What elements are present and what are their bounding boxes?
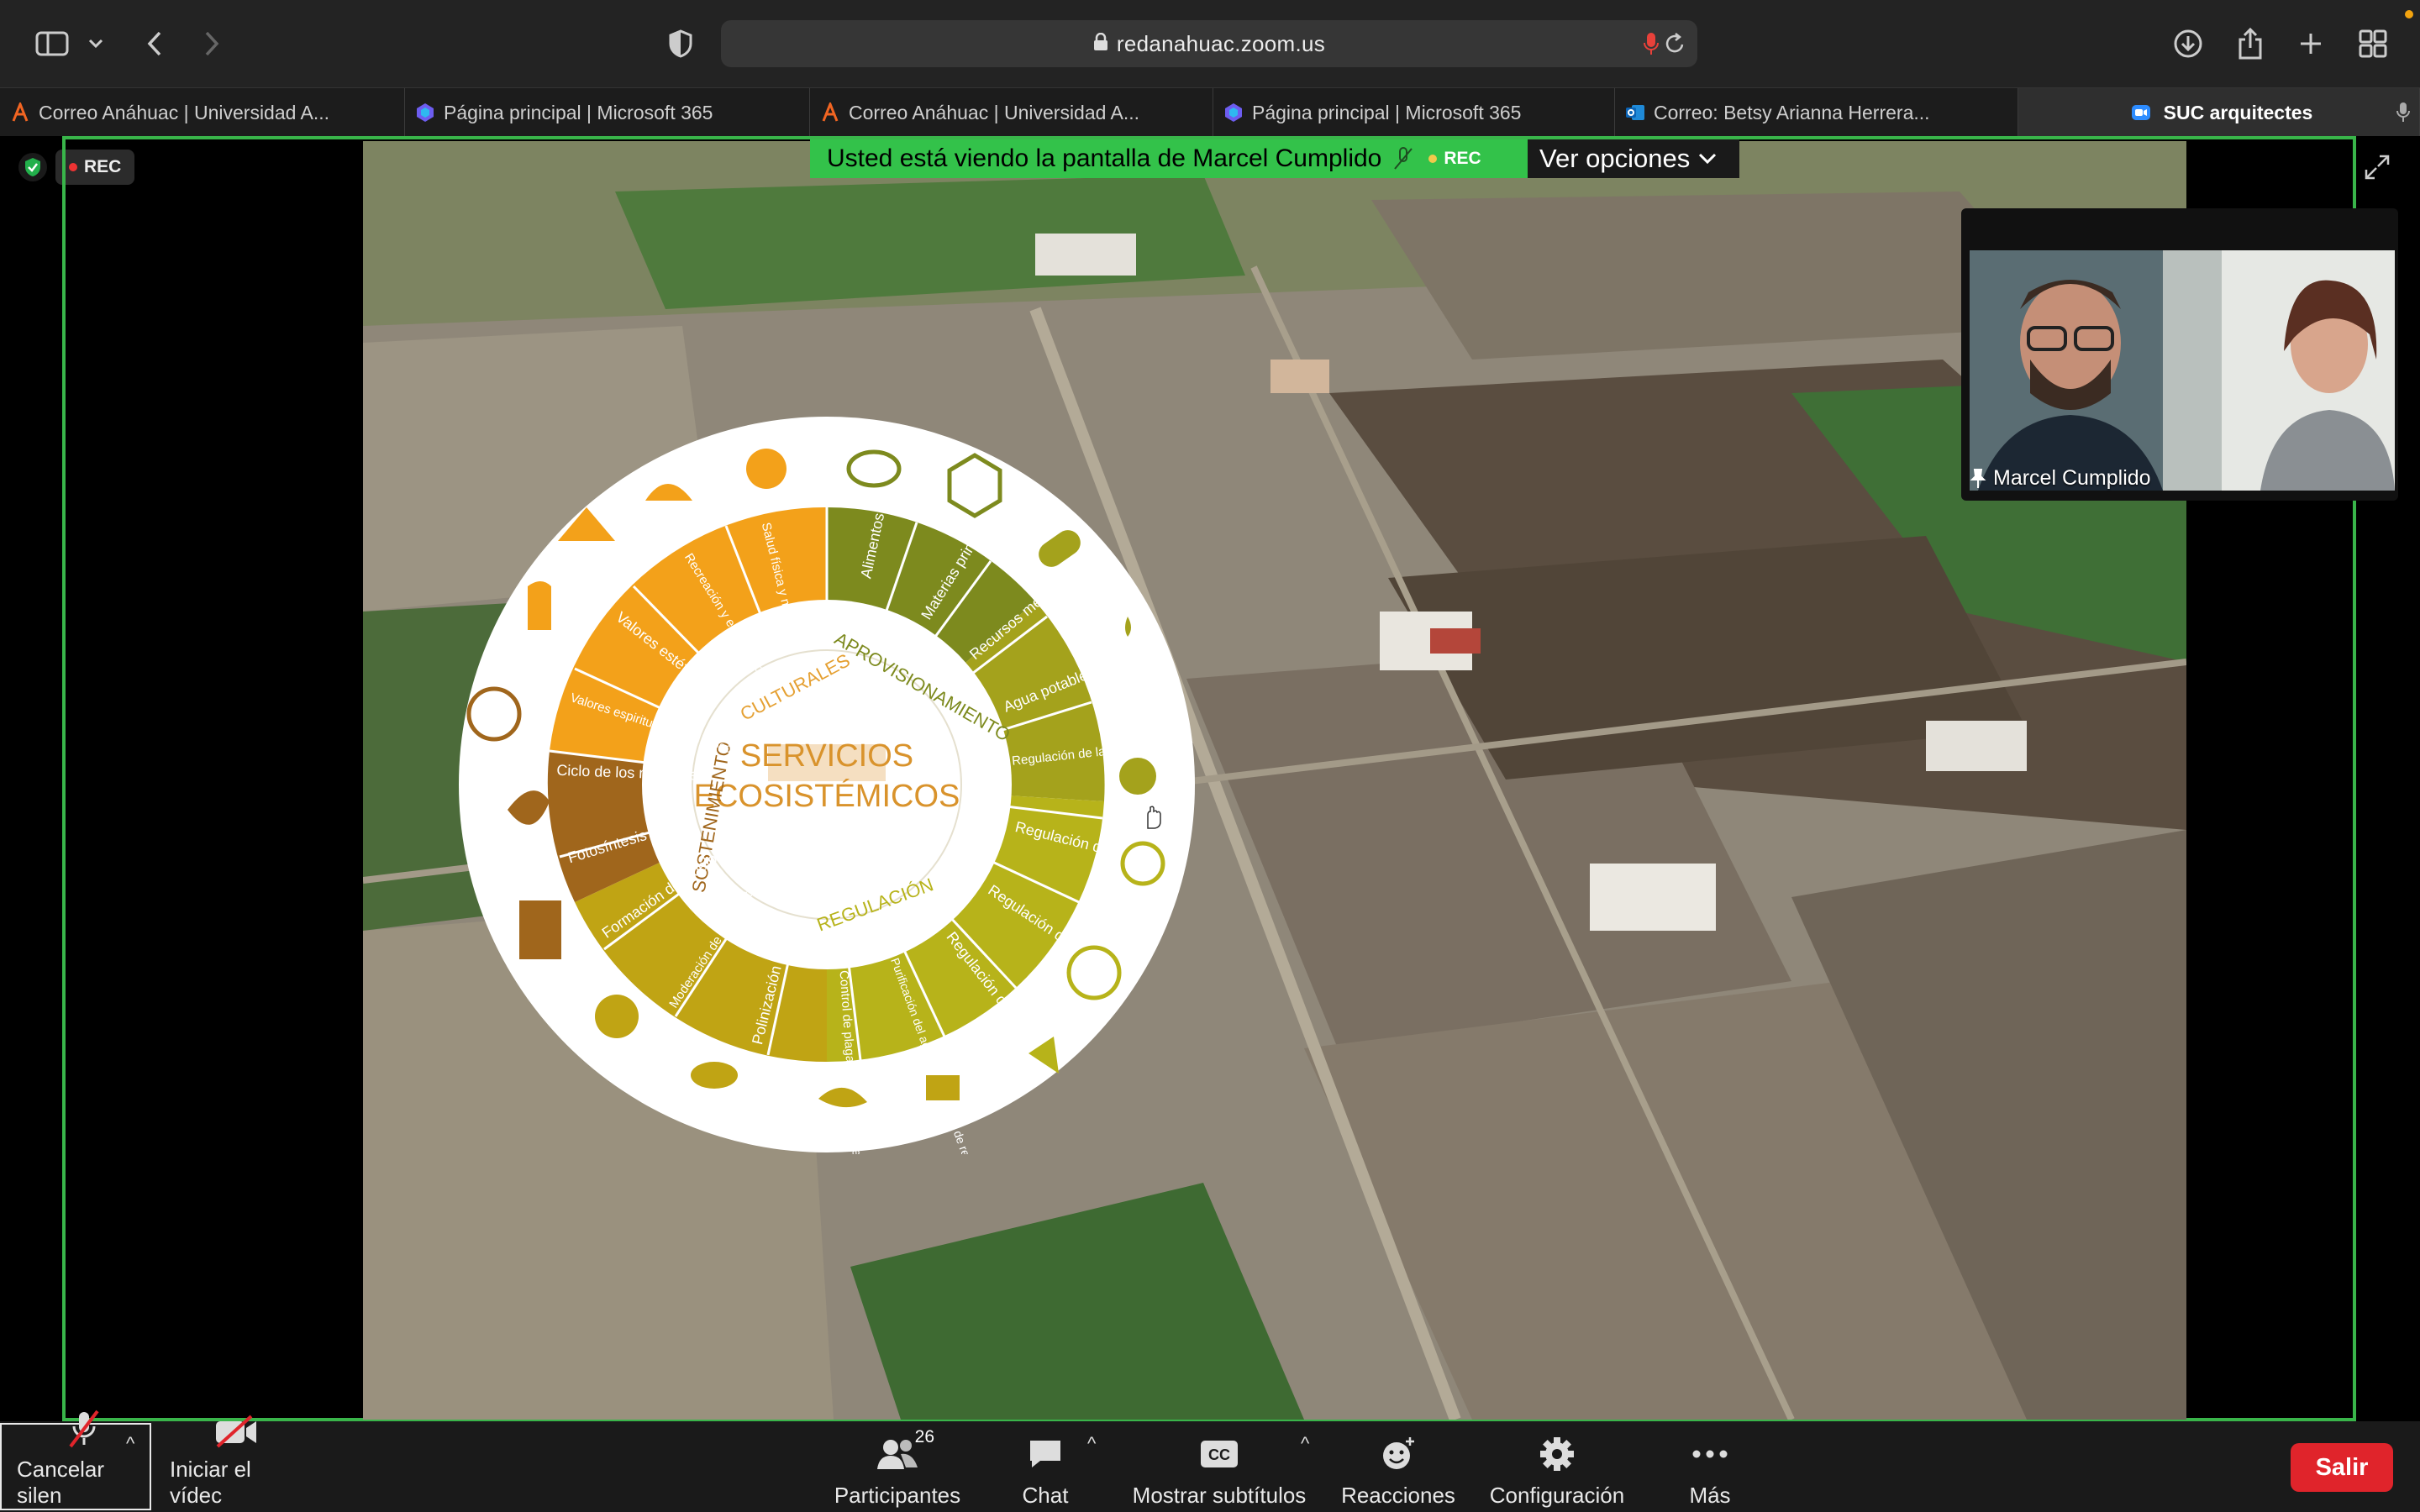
captions-button[interactable]: CC Mostrar subtítulos	[1129, 1430, 1309, 1509]
center-title-line1: SERVICIOS	[740, 738, 913, 774]
forward-icon[interactable]	[192, 24, 232, 64]
reactions-label: Reacciones	[1341, 1483, 1455, 1508]
video-off-icon	[213, 1415, 260, 1448]
hand-cursor-icon	[1147, 806, 1161, 829]
chat-bubble-icon	[1022, 1434, 1069, 1474]
tab-outlook[interactable]: Correo: Betsy Arianna Herrera...	[1615, 88, 2018, 137]
storm-cloud-icon	[595, 995, 639, 1038]
captions-label: Mostrar subtítulos	[1132, 1483, 1307, 1508]
tab-bar: Correo Anáhuac | Universidad A... Página…	[0, 87, 2420, 137]
sidebar-toggle-icon[interactable]	[32, 24, 72, 64]
lock-icon	[1093, 32, 1108, 55]
more-label: Más	[1689, 1483, 1731, 1508]
tab-label: SUC arquitectes	[2163, 101, 2313, 123]
video-label: Iniciar el vídec	[170, 1457, 251, 1508]
hand-icon	[528, 581, 551, 630]
captions-options-chevron-icon[interactable]: ^	[1301, 1433, 1309, 1455]
view-options-button[interactable]: Ver opciones	[1528, 139, 1739, 178]
more-dots-icon	[1686, 1434, 1733, 1474]
leave-label: Salir	[2315, 1453, 2369, 1481]
participants-icon: 26	[874, 1427, 934, 1474]
speaker-video-feed	[1970, 250, 2395, 491]
outlook-icon	[1626, 105, 1644, 120]
participant-count: 26	[914, 1427, 934, 1446]
muted-microphone-icon	[60, 1410, 108, 1448]
url-text: redanahuac.zoom.us	[1116, 30, 1326, 56]
privacy-shield-icon[interactable]	[660, 24, 701, 64]
tab-microsoft365-1[interactable]: Página principal | Microsoft 365	[405, 88, 810, 137]
chat-label: Chat	[1022, 1483, 1069, 1508]
heart-person-icon	[746, 449, 786, 489]
tab-microsoft365-2[interactable]: Página principal | Microsoft 365	[1213, 88, 1615, 137]
chevron-down-icon[interactable]	[81, 24, 111, 64]
mute-label: Cancelar silen	[17, 1457, 105, 1508]
speaker-name: Marcel Cumplido	[1993, 466, 2151, 490]
participants-button[interactable]: 26 Participantes	[832, 1427, 963, 1509]
zoom-icon	[2132, 105, 2150, 120]
muted-microphone-icon	[1394, 147, 1413, 170]
tab-label: Página principal | Microsoft 365	[444, 101, 713, 123]
microsoft365-icon	[1225, 103, 1242, 122]
microphone-in-use-icon[interactable]	[1644, 32, 1659, 60]
participants-label: Participantes	[834, 1483, 961, 1508]
screen-share-banner: Usted está viendo la pantalla de Marcel …	[810, 139, 1739, 178]
microsoft365-icon	[417, 103, 434, 122]
center-title-line2: ECOSISTÉMICOS	[694, 778, 960, 814]
share-notice: Usted está viendo la pantalla de Marcel …	[810, 139, 1528, 178]
shared-slide: SERVICIOS ECOSISTÉMICOS CULTURALES APROV…	[363, 141, 2186, 1420]
tab-anahuac-2[interactable]: Correo Anáhuac | Universidad A...	[810, 88, 1213, 137]
anahuac-logo-icon	[12, 102, 29, 122]
pin-icon	[1970, 468, 1986, 488]
bee-icon	[691, 1062, 738, 1089]
tab-label: Correo: Betsy Arianna Herrera...	[1654, 101, 1930, 123]
tab-label: Página principal | Microsoft 365	[1252, 101, 1522, 123]
downloads-icon[interactable]	[2168, 24, 2208, 64]
svg-text:CC: CC	[1208, 1446, 1230, 1463]
leave-meeting-button[interactable]: Salir	[2291, 1443, 2393, 1492]
meeting-stage: REC SERVICIOS ECOSISTÉMICOS CULTURALES A…	[0, 136, 2420, 1421]
start-video-button[interactable]: Iniciar el vídec	[170, 1415, 302, 1509]
share-icon[interactable]	[2230, 24, 2270, 64]
meeting-controls-bar: Cancelar silen ^ Iniciar el vídec 26 Par…	[0, 1410, 2420, 1512]
microphone-icon[interactable]	[2396, 102, 2411, 123]
fullscreen-expand-icon[interactable]	[2363, 153, 2391, 181]
more-button[interactable]: Más	[1681, 1430, 1739, 1509]
chat-button[interactable]: Chat	[1012, 1430, 1079, 1509]
tab-zoom-active[interactable]: SUC arquitectes	[2018, 88, 2420, 137]
soil-layers-icon	[519, 900, 561, 959]
ecosystem-services-wheel: SERVICIOS ECOSISTÉMICOS CULTURALES APROV…	[459, 417, 1195, 1154]
gear-icon	[1534, 1434, 1581, 1474]
encryption-shield-icon[interactable]	[18, 153, 47, 181]
water-treatment-icon	[926, 1075, 960, 1100]
audio-options-chevron-icon[interactable]: ^	[126, 1433, 134, 1455]
reload-icon[interactable]	[1664, 32, 1686, 60]
tab-anahuac-1[interactable]: Correo Anáhuac | Universidad A...	[0, 88, 405, 137]
speaker-name-tag: Marcel Cumplido	[1970, 466, 2151, 491]
anahuac-logo-icon	[822, 102, 839, 122]
emoji-reaction-icon	[1375, 1434, 1422, 1474]
closed-captions-icon: CC	[1196, 1434, 1243, 1474]
view-options-label: Ver opciones	[1539, 144, 1691, 173]
chat-options-chevron-icon[interactable]: ^	[1087, 1433, 1096, 1455]
tree-icon	[1119, 758, 1156, 795]
tab-overview-icon[interactable]	[2353, 24, 2393, 64]
settings-label: Configuración	[1489, 1483, 1625, 1508]
chevron-down-icon	[1699, 153, 1717, 165]
notification-dot	[2405, 10, 2413, 18]
address-bar[interactable]: redanahuac.zoom.us	[721, 20, 1697, 67]
back-icon[interactable]	[134, 24, 175, 64]
tab-label: Correo Anáhuac | Universidad A...	[849, 101, 1140, 123]
banner-rec-label: REC	[1444, 149, 1481, 168]
new-tab-icon[interactable]	[2291, 24, 2331, 64]
tab-label: Correo Anáhuac | Universidad A...	[39, 101, 330, 123]
speaker-video-tile[interactable]: Marcel Cumplido	[1961, 208, 2398, 501]
reactions-button[interactable]: Reacciones	[1339, 1430, 1457, 1509]
settings-button[interactable]: Configuración	[1487, 1430, 1627, 1509]
share-notice-text: Usted está viendo la pantalla de Marcel …	[827, 144, 1382, 172]
banner-recording-dot-icon	[1428, 155, 1438, 163]
browser-toolbar: redanahuac.zoom.us	[0, 0, 2420, 87]
